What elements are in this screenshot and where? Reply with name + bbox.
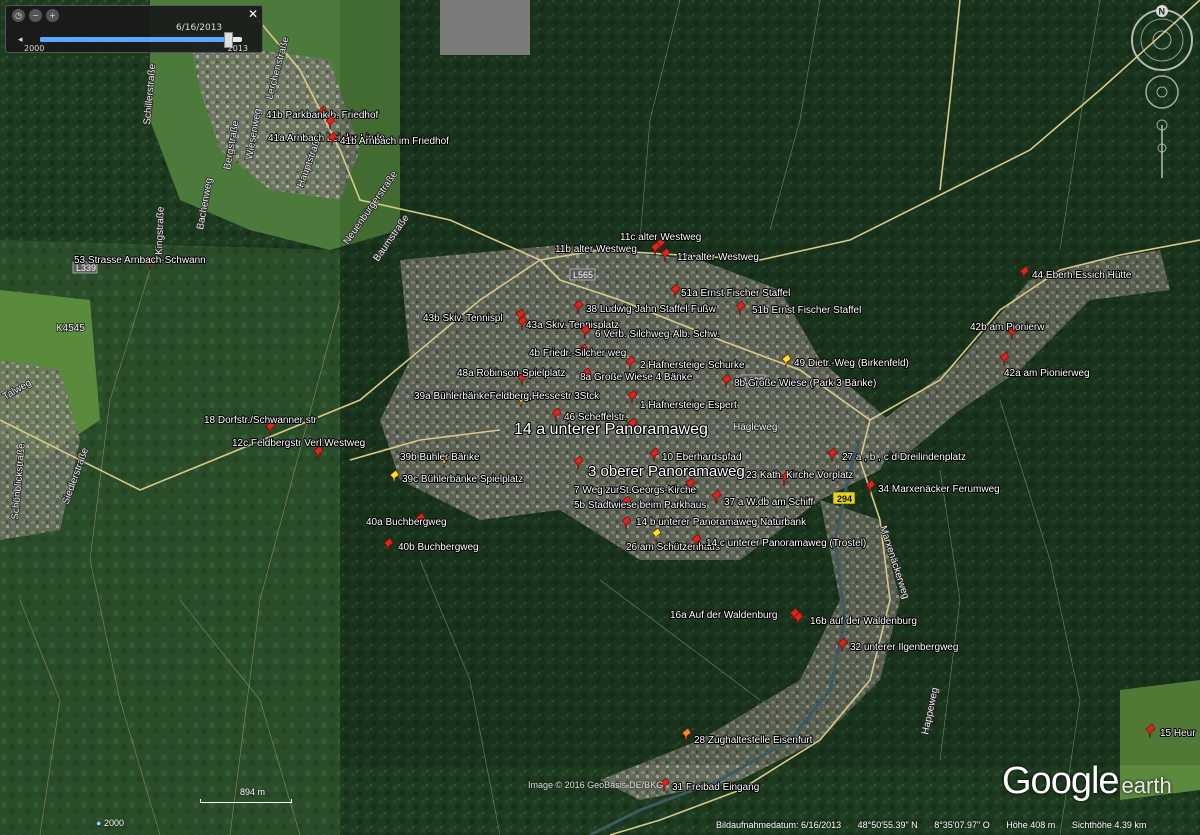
slider-year-start: 2000: [24, 44, 45, 53]
placemark-label[interactable]: 49 Dietr.-Weg (Birkenfeld): [793, 357, 910, 370]
placemark-label[interactable]: 32 unterer Ilgenbergweg: [849, 641, 959, 654]
placemark-label[interactable]: 39c Bühlerbänke Spielplatz: [401, 473, 524, 486]
placemark-label[interactable]: 38 Ludwig-Jahn Staffel-Fußw: [585, 303, 718, 316]
placemark-label[interactable]: 16a Auf der Waldenburg: [669, 609, 778, 622]
scale-label: 894 m: [240, 787, 266, 797]
satellite-map[interactable]: Kingstraße Schillerstraße Lerchenstraße …: [0, 0, 1200, 835]
placemark-label[interactable]: 12c Feldbergstr Verl.Westweg: [231, 437, 366, 450]
clock-icon[interactable]: ◷: [12, 9, 25, 22]
globe-icon: ●: [96, 818, 102, 828]
north-badge[interactable]: N: [1156, 5, 1168, 17]
scale-line: [200, 799, 292, 803]
status-elevation: Höhe 408 m: [1006, 820, 1056, 830]
historical-year: 2000: [103, 818, 124, 828]
slider-year-end: 2013: [227, 44, 248, 53]
slider-fill: [40, 37, 228, 42]
placemark-label[interactable]: 10 Eberhardspfad: [661, 451, 743, 464]
placemark-label[interactable]: 4b Friedr.-Silcher weg: [528, 347, 627, 360]
road-label-kingstrasse: Kingstraße: [154, 206, 167, 255]
placemark-label[interactable]: 39a BühlerbänkeFeldberg,Hessestr 3Stck: [413, 390, 601, 403]
slider-date: 6/16/2013: [176, 23, 223, 33]
historical-imagery-slider[interactable]: ◷ − + ✕ 6/16/2013 ◂ 2000 2013: [5, 5, 263, 53]
placemark[interactable]: 14 b unterer Panoramaweg Naturbank: [621, 515, 808, 531]
placemark-label[interactable]: 18 Dorfstr./Schwanner str: [203, 414, 318, 427]
placemark-label[interactable]: 11a alter Westweg: [676, 251, 760, 264]
placemark-label[interactable]: 28 Zughaltestelle Eisenfurt: [693, 734, 814, 747]
placemark-label[interactable]: 14 a unterer Panoramaweg: [513, 420, 709, 439]
placemark-label[interactable]: 39b Bühler Bänke: [399, 451, 481, 464]
logo-google: Google: [1002, 760, 1120, 802]
placemark-label[interactable]: 37 a W.db am Schiff: [723, 496, 815, 509]
status-eye-altitude: Sichthöhe 4.39 km: [1071, 820, 1147, 830]
placemark-label[interactable]: 27 a , b , c d Dreilindenplatz: [841, 451, 967, 464]
status-bar: Bildaufnahmedatum: 6/16/2013 48°50'55.39…: [716, 820, 1160, 830]
placemark-label[interactable]: 14 b unterer Panoramaweg Naturbank: [635, 516, 808, 529]
placemark-label[interactable]: 51a Ernst Fischer Staffel: [680, 287, 791, 300]
placemark-label[interactable]: 5b Stadtwiese beim Parkhaus: [573, 499, 707, 512]
navigation-controls[interactable]: N: [1130, 0, 1200, 180]
look-joystick[interactable]: [1152, 30, 1172, 50]
slider-track[interactable]: [40, 32, 242, 48]
zoom-out-icon[interactable]: −: [29, 9, 42, 22]
placemark-label[interactable]: 6 Verb. Silchweg-Alb. Schw.: [594, 328, 721, 341]
status-imagery-date: Bildaufnahmedatum: 6/16/2013: [716, 820, 842, 830]
road-badge-b294: 294: [832, 491, 856, 505]
close-icon[interactable]: ✕: [248, 7, 258, 21]
svg-text:294: 294: [837, 494, 852, 504]
image-credit: Image © 2016 GeoBasis-DE/BKG: [528, 780, 664, 790]
placemark-label[interactable]: 15 Heur: [1159, 727, 1197, 740]
placemark-label[interactable]: 31 Freibad Eingang: [671, 781, 760, 794]
placemark[interactable]: 14 a unterer Panoramaweg: [513, 417, 709, 439]
placemark-label[interactable]: 42b am Pionierw: [969, 321, 1046, 334]
google-earth-logo: Google earth: [1002, 760, 1172, 803]
compass-ring[interactable]: [1131, 9, 1193, 71]
placemark-label[interactable]: 40b Buchbergweg: [397, 541, 480, 554]
zoom-in-icon[interactable]: +: [46, 9, 59, 22]
road-badge-k4545: K4545: [55, 322, 86, 335]
play-back-icon[interactable]: ◂: [18, 35, 23, 45]
placemark-label[interactable]: 42a am Pionierweg: [1003, 367, 1091, 380]
svg-text:N: N: [1159, 7, 1166, 17]
status-latitude: 48°50'55.39" N: [857, 820, 918, 830]
placemark-label[interactable]: 48a Robinson-Spielplatz: [456, 367, 566, 380]
placemark-label[interactable]: 43b Skiv. Tennispl: [422, 312, 504, 325]
logo-earth: earth: [1121, 773, 1172, 798]
placemark-label[interactable]: 44 Eberh.Essich Hütte: [1031, 269, 1133, 282]
placemark-label[interactable]: 53 Strasse Arnbach-Schwann: [73, 254, 207, 267]
placemark-label[interactable]: 16b auf der Waldenburg: [809, 615, 918, 628]
move-joystick-icon[interactable]: [1145, 75, 1179, 109]
historical-year-indicator[interactable]: ● 2000: [96, 818, 124, 828]
zoom-slider[interactable]: [1156, 119, 1168, 178]
svg-text:K4545: K4545: [56, 323, 85, 334]
placemark-label[interactable]: 51b Ernst Fischer Staffel: [751, 304, 862, 317]
svg-text:L565: L565: [573, 270, 593, 280]
placemark-label[interactable]: 34 Marxenäcker Ferumweg: [877, 483, 1001, 496]
placemark-label[interactable]: 11c alter Westweg: [619, 231, 702, 244]
placemark-label[interactable]: 41b Parkbank b. Friedhof: [265, 109, 380, 122]
placemark-label[interactable]: 7 Weg zurSt.Georgs-Kirche: [573, 484, 698, 497]
placemark-label[interactable]: 14 c unterer Panoramaweg (Trostel): [705, 537, 867, 550]
placemark-label[interactable]: 3 oberer Panoramaweg: [587, 462, 746, 481]
placemark-label[interactable]: 41b Arnbach im Friedhof: [339, 135, 450, 148]
placemark-label[interactable]: 2 Hafnersteige Schurke: [639, 359, 746, 372]
placemark-label[interactable]: 40a Buchbergweg: [365, 516, 448, 529]
placemark-label[interactable]: 8a Große Wiese 4 Bänke: [579, 371, 694, 384]
placemark-label[interactable]: 23 Kath. Kirche Vorplatz: [745, 469, 854, 482]
placemark-label[interactable]: 11b alter Westweg: [554, 243, 638, 256]
road-label-haegleweg: Hägleweg: [733, 422, 777, 433]
placemark-label[interactable]: 1 Hafnersteige Espert: [639, 399, 738, 412]
status-longitude: 8°35'07.97" O: [934, 820, 990, 830]
road-badge-l565: L565: [569, 268, 596, 281]
placemark-label[interactable]: 8b Große Wiese (Park 3 Bänke): [733, 377, 877, 390]
